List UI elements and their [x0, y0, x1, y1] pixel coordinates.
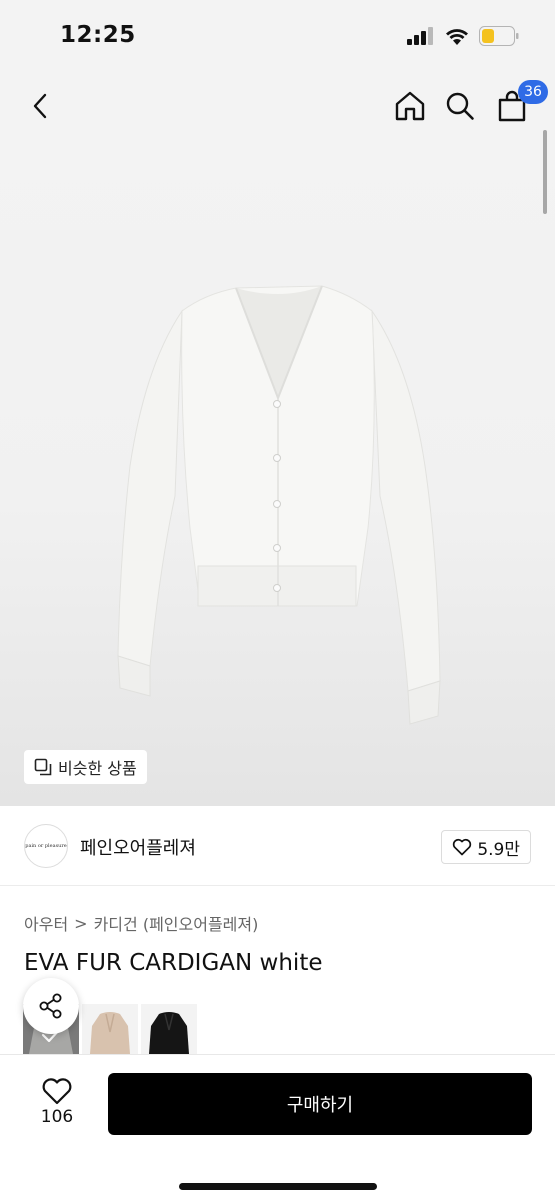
buy-button[interactable]: 구매하기: [108, 1073, 532, 1135]
bottom-action-bar: 106 구매하기: [0, 1054, 555, 1200]
battery-icon: [479, 26, 519, 46]
cart-button[interactable]: 36: [492, 80, 548, 126]
heart-icon: [453, 838, 472, 856]
scroll-indicator[interactable]: [543, 130, 547, 214]
chevron-left-icon: [33, 93, 47, 119]
cardigan-thumbnail: [90, 1012, 130, 1054]
top-nav: 36: [0, 74, 555, 136]
breadcrumb: 아우터 > 카디건 (페인오어플레져): [24, 911, 258, 935]
breadcrumb-separator: >: [74, 913, 88, 933]
heart-icon: [42, 1078, 72, 1105]
color-option-black[interactable]: [141, 1004, 197, 1054]
brand-name[interactable]: 페인오어플레져: [80, 834, 196, 860]
product-title: EVA FUR CARDIGAN white: [24, 950, 323, 976]
share-button[interactable]: [23, 978, 79, 1034]
similar-products-label: 비슷한 상품: [58, 759, 137, 778]
cellular-signal-icon: [407, 27, 433, 45]
brand-like-count: 5.9만: [477, 839, 520, 860]
home-icon: [395, 91, 425, 121]
status-bar: 12:25: [0, 0, 555, 74]
wifi-icon: [446, 28, 468, 45]
copy-squares-icon: [34, 758, 52, 776]
product-image-area[interactable]: [0, 136, 555, 806]
home-button[interactable]: [390, 86, 430, 126]
wishlist-button[interactable]: 106: [34, 1077, 80, 1127]
similar-products-button[interactable]: 비슷한 상품: [24, 750, 147, 784]
brand-row: pain or pleasure 페인오어플레져 5.9만: [0, 806, 555, 886]
brand-logo-text: pain or pleasure: [25, 843, 67, 849]
wishlist-count: 106: [40, 1107, 74, 1127]
breadcrumb-subcategory[interactable]: 카디건 (페인오어플레져): [94, 911, 259, 935]
search-button[interactable]: [440, 86, 480, 126]
back-button[interactable]: [20, 86, 60, 126]
search-icon: [446, 92, 474, 120]
cardigan-thumbnail: [149, 1012, 189, 1054]
buy-button-label: 구매하기: [286, 1095, 354, 1116]
cart-count-badge: 36: [518, 80, 548, 104]
brand-logo[interactable]: pain or pleasure: [24, 824, 68, 868]
share-icon: [39, 993, 62, 1019]
breadcrumb-category[interactable]: 아우터: [24, 911, 68, 935]
color-option-beige[interactable]: [82, 1004, 138, 1054]
brand-like-button[interactable]: 5.9만: [441, 830, 531, 864]
status-icons: [407, 26, 519, 46]
product-photo: [117, 285, 441, 725]
home-indicator: [179, 1183, 377, 1190]
status-time: 12:25: [60, 22, 136, 48]
